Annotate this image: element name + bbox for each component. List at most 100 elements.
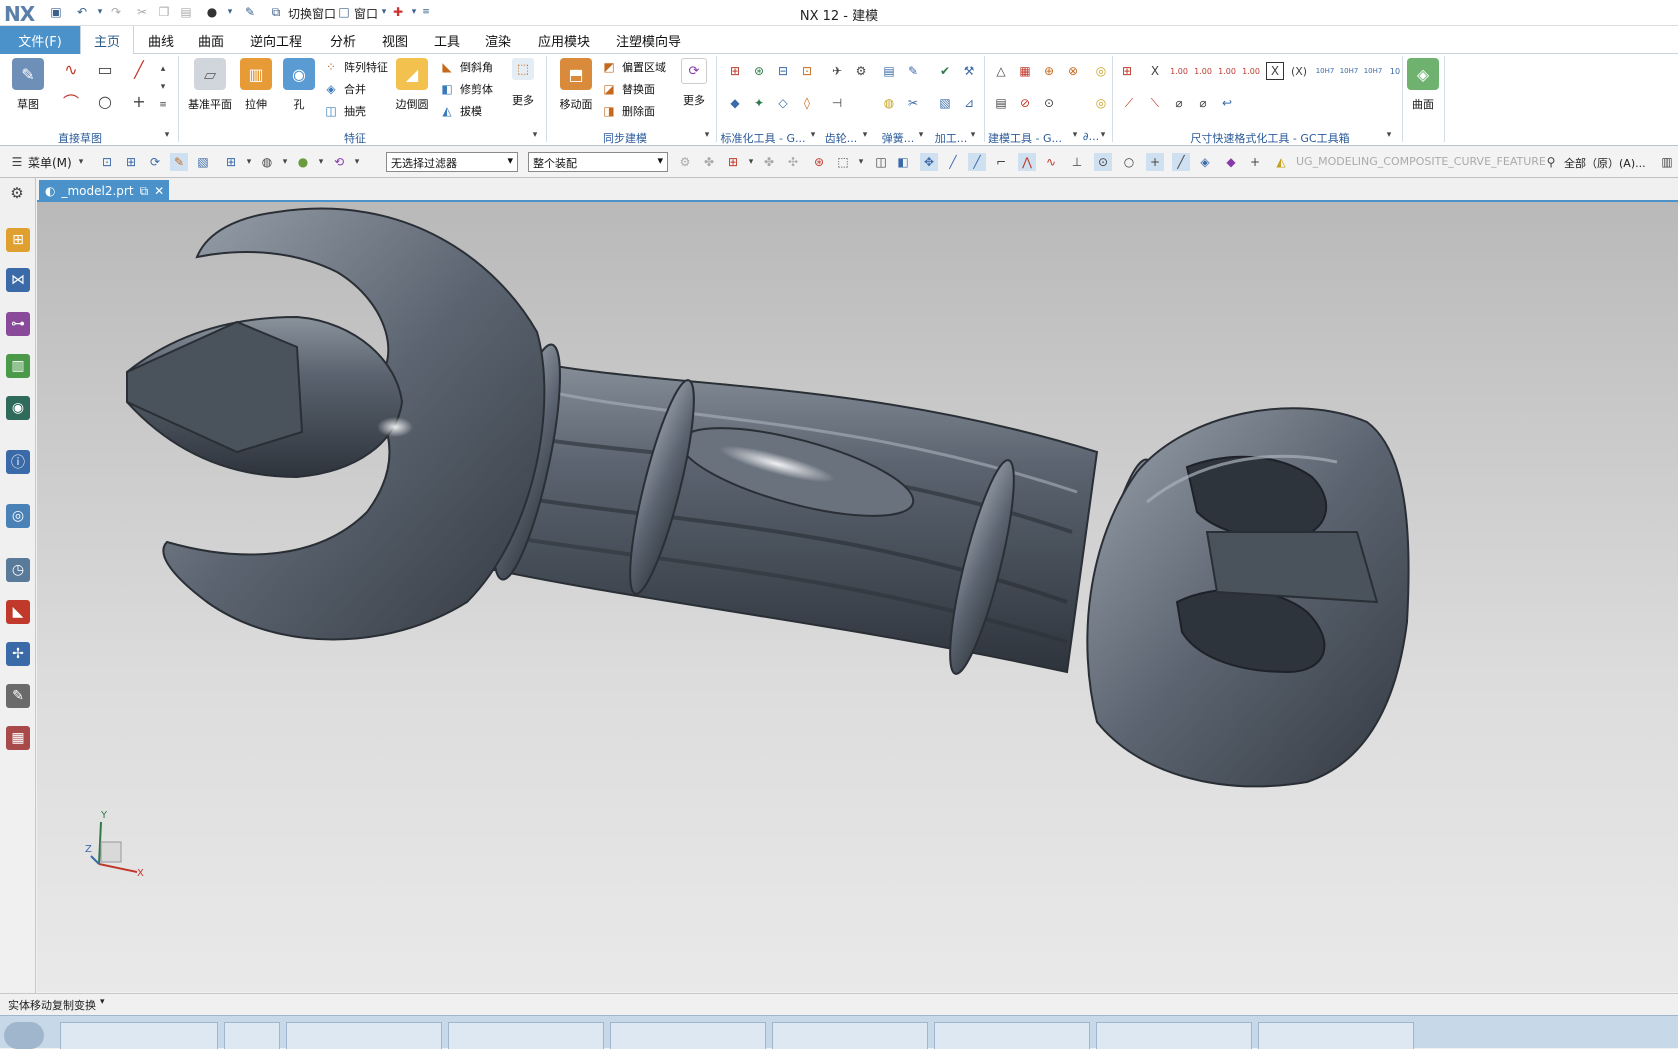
tab-curve[interactable]: 曲线 — [148, 26, 174, 54]
manufacturing-wizard-icon[interactable]: ✢ — [6, 642, 30, 666]
point-snap-icon-5[interactable]: ⋀ — [1018, 153, 1036, 171]
undo-dropdown-icon[interactable]: ▾ — [92, 4, 108, 20]
point-snap-icon-3[interactable]: ╱ — [968, 153, 986, 171]
switch-window-icon[interactable]: ⧉ — [268, 4, 284, 20]
taskbar-item-4[interactable] — [448, 1022, 604, 1049]
feature-options-icon[interactable]: ▾ — [526, 126, 544, 144]
move-face-button[interactable]: ⬒ 移动面 — [556, 58, 596, 112]
render-mode-icon[interactable]: ◍ — [258, 153, 276, 171]
standard-tool-icon-6[interactable]: ✦ — [750, 94, 768, 112]
modeling-tool-icon-3[interactable]: ⊕ — [1040, 62, 1058, 80]
undo-icon[interactable]: ↶ — [74, 4, 90, 20]
dim-label-1[interactable]: 1.00 — [1170, 62, 1188, 80]
spring-tool-icon-2[interactable]: ✎ — [904, 62, 922, 80]
taskbar-item-6[interactable] — [772, 1022, 928, 1049]
standard-tool-icon-7[interactable]: ◇ — [774, 94, 792, 112]
view-orient-icon[interactable]: ⟲ — [330, 153, 348, 171]
diameter-icon[interactable]: ⌀ — [1170, 94, 1188, 112]
gear-tool-icon-2[interactable]: ⚙ — [852, 62, 870, 80]
point-snap-icon-1[interactable]: ✥ — [920, 153, 938, 171]
tab-analysis[interactable]: 分析 — [330, 26, 356, 54]
sphere-icon[interactable]: ● — [294, 153, 312, 171]
right-trident-head[interactable] — [1086, 407, 1410, 788]
modeling-tool-icon-6[interactable]: ⊘ — [1016, 94, 1034, 112]
toolbar-overflow-icon[interactable]: ▥ — [1658, 153, 1676, 171]
taskbar-item-5[interactable] — [610, 1022, 766, 1049]
standard-tool-icon-1[interactable]: ⊞ — [726, 62, 744, 80]
machining-tool-icon-2[interactable]: ⚒ — [960, 62, 978, 80]
sync-more-button[interactable]: ⟳ 更多 — [676, 58, 712, 108]
tab-applications[interactable]: 应用模块 — [538, 26, 590, 54]
redo-icon[interactable]: ↷ — [108, 4, 124, 20]
vajra-handle[interactable] — [455, 340, 1168, 699]
scope-icon[interactable]: ⚲ — [1542, 153, 1560, 171]
model-view[interactable] — [37, 202, 1678, 992]
tab-mold-wizard[interactable]: 注塑模向导 — [616, 26, 681, 54]
dimension-tool-icon-2[interactable]: ⟋ — [1120, 94, 1138, 112]
dim-label-10h7-2[interactable]: 10H7 — [1338, 62, 1360, 80]
dimension-options-icon[interactable]: ▾ — [1380, 126, 1398, 144]
unite-button[interactable]: ◈ 合并 — [322, 80, 366, 98]
machining-tool-icon-3[interactable]: ▧ — [936, 94, 954, 112]
gear-tool-icon-3[interactable]: ⊣ — [828, 94, 846, 112]
misc-options-icon[interactable]: ▾ — [1094, 126, 1112, 144]
profile-icon[interactable]: ∿ — [62, 60, 80, 79]
window-icon[interactable]: □ — [336, 4, 352, 20]
point-snap-icon-9[interactable]: ○ — [1120, 153, 1138, 171]
machining-tool-icon-4[interactable]: ⊿ — [960, 94, 978, 112]
web-browser-icon[interactable]: ◎ — [6, 504, 30, 528]
zoom-icon[interactable]: ⊞ — [122, 153, 140, 171]
taskbar-item-9[interactable] — [1258, 1022, 1414, 1049]
chamfer-button[interactable]: ◣ 倒斜角 — [438, 58, 493, 76]
customize-quick-access-icon[interactable]: ≡ — [418, 4, 434, 20]
tab-reverse-engineering[interactable]: 逆向工程 — [250, 26, 302, 54]
point-snap-icon-15[interactable]: ◭ — [1272, 153, 1290, 171]
process-studio-icon[interactable]: ◣ — [6, 600, 30, 624]
point-snap-icon-12[interactable]: ◈ — [1196, 153, 1214, 171]
grid-dropdown-icon[interactable]: ▾ — [240, 153, 258, 171]
left-crescent-head[interactable] — [126, 207, 546, 641]
grid-icon[interactable]: ⊞ — [222, 153, 240, 171]
undock-icon[interactable]: ⧉ — [140, 184, 149, 199]
point-icon[interactable]: + — [130, 92, 148, 111]
machining-options-icon[interactable]: ▾ — [964, 126, 982, 144]
dim-label-3[interactable]: 1.00 — [1218, 62, 1236, 80]
sketch-scroll-down-icon[interactable]: ▾ — [154, 78, 172, 96]
sketch-scroll-up-icon[interactable]: ▴ — [154, 60, 172, 78]
constraint-navigator-icon[interactable]: ⋈ — [6, 268, 30, 292]
render-mode-dropdown-icon[interactable]: ▾ — [276, 153, 294, 171]
file-menu-tab[interactable]: 文件(F) — [0, 26, 80, 54]
feature-more-button[interactable]: ⬚ 更多 — [508, 58, 538, 108]
arc-icon[interactable]: ⌒ — [62, 92, 80, 112]
modeling-tool-icon-1[interactable]: △ — [992, 62, 1010, 80]
gear-options-icon[interactable]: ▾ — [856, 126, 874, 144]
point-snap-icon-10[interactable]: + — [1146, 153, 1164, 171]
taskbar-item-1[interactable] — [60, 1022, 218, 1049]
point-snap-icon-7[interactable]: ⊥ — [1068, 153, 1086, 171]
tab-home[interactable]: 主页 — [80, 26, 134, 54]
snap-dropdown-icon[interactable]: ▾ — [742, 153, 760, 171]
modeling-tool-icon-7[interactable]: ⊙ — [1040, 94, 1058, 112]
status-dropdown-icon[interactable]: ▾ — [100, 997, 105, 1007]
standard-tools-options-icon[interactable]: ▾ — [804, 126, 822, 144]
dimension-tool-icon[interactable]: ⊞ — [1118, 62, 1136, 80]
menu-button[interactable]: 菜单(M) — [28, 154, 72, 171]
paste-icon[interactable]: ▤ — [178, 4, 194, 20]
standard-tool-icon-4[interactable]: ⊡ — [798, 62, 816, 80]
dim-box-x-icon[interactable]: X — [1266, 62, 1284, 80]
role-icon[interactable]: ✎ — [6, 684, 30, 708]
surface-button[interactable]: ◈ 曲面 — [1406, 58, 1440, 112]
snap-icon-4[interactable]: ✤ — [760, 153, 778, 171]
reuse-library-icon[interactable]: ▥ — [6, 354, 30, 378]
select-mode-icon[interactable]: ✎ — [170, 153, 188, 171]
command-finder-icon[interactable]: ✎ — [242, 4, 258, 20]
point-snap-icon-11[interactable]: ╱ — [1172, 153, 1190, 171]
rotate-icon[interactable]: ⟳ — [146, 153, 164, 171]
tab-render[interactable]: 渲染 — [485, 26, 511, 54]
taskbar-item-7[interactable] — [934, 1022, 1090, 1049]
spring-tool-icon-4[interactable]: ✂ — [904, 94, 922, 112]
dimension-tool-icon-3[interactable]: ⟍ — [1146, 94, 1164, 112]
modeling-tool-icon-2[interactable]: ▦ — [1016, 62, 1034, 80]
dim-label-x[interactable]: X — [1146, 62, 1164, 80]
save-icon[interactable]: ▣ — [48, 4, 64, 20]
